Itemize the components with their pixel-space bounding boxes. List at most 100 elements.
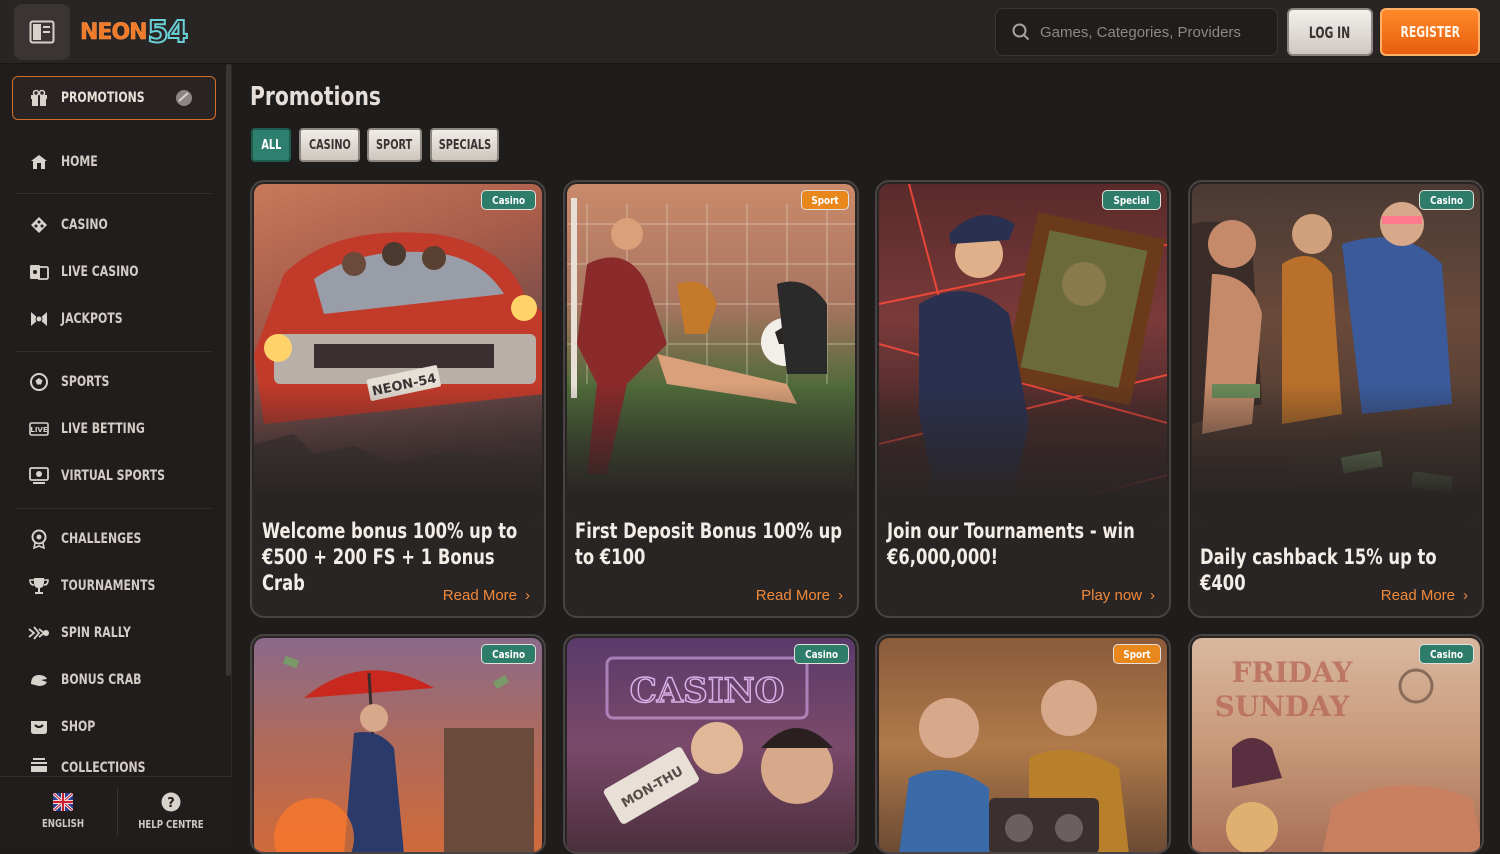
- jackpots-icon: [28, 308, 50, 330]
- sidebar-divider: [16, 193, 212, 194]
- uk-flag-icon: [53, 792, 73, 811]
- logo-number: 54: [147, 14, 190, 51]
- register-button[interactable]: REGISTER: [1380, 8, 1480, 56]
- promo-title: Welcome bonus 100% up to €500 + 200 FS +…: [262, 519, 518, 595]
- filter-label: CASINO: [308, 137, 351, 153]
- coin-icon: [176, 90, 192, 106]
- language-selector[interactable]: ENGLISH: [5, 777, 121, 845]
- filter-casino[interactable]: CASINO: [299, 128, 360, 162]
- category-badge: Casino: [480, 190, 536, 210]
- gift-icon: [31, 89, 47, 106]
- sidebar-item-live-casino[interactable]: LIVE CASINO: [16, 252, 212, 292]
- promo-card[interactable]: Casino Daily cashback 15% up to €400 Rea…: [1188, 180, 1484, 618]
- collections-icon: [28, 754, 50, 776]
- login-label: LOG IN: [1309, 22, 1351, 42]
- promo-card[interactable]: NEON-54 Casino Welcome bonus 100% up to …: [250, 180, 546, 618]
- promo-image-car: NEON-54: [254, 184, 542, 524]
- page-title: Promotions: [250, 82, 381, 112]
- chevron-right-icon: ›: [525, 587, 530, 604]
- sidebar-toggle-button[interactable]: [14, 4, 70, 60]
- sidebar-item-label: BONUS CRAB: [61, 672, 142, 688]
- read-more-link[interactable]: Read More ›: [756, 587, 843, 604]
- chevron-right-icon: ›: [1463, 587, 1468, 604]
- search-icon: [1012, 23, 1030, 41]
- promo-title: First Deposit Bonus 100% up to €100: [575, 519, 842, 569]
- sidebar-item-label: SHOP: [61, 719, 96, 735]
- category-badge: Sport: [1112, 644, 1161, 664]
- sidebar-item-tournaments[interactable]: TOURNAMENTS: [16, 566, 212, 606]
- category-badge: Casino: [793, 644, 849, 664]
- sidebar-item-label: JACKPOTS: [61, 311, 123, 327]
- category-badge: Casino: [480, 644, 536, 664]
- play-now-link[interactable]: Play now ›: [1081, 587, 1155, 604]
- sidebar-item-shop[interactable]: SHOP: [16, 707, 212, 747]
- sidebar-scrollbar[interactable]: [226, 64, 231, 676]
- search-box[interactable]: [995, 8, 1278, 56]
- friday-text: FRIDAY: [1232, 656, 1354, 689]
- read-more-link[interactable]: Read More ›: [443, 587, 530, 604]
- sidebar-item-casino[interactable]: CASINO: [16, 205, 212, 245]
- filter-label: SPECIALS: [438, 137, 491, 153]
- link-label: Play now: [1081, 587, 1142, 604]
- filter-sport[interactable]: SPORT: [367, 128, 422, 162]
- promo-card[interactable]: CASINO MON-THU Casino: [563, 634, 859, 854]
- sidebar-item-virtual-sports[interactable]: VIRTUAL SPORTS: [16, 456, 212, 496]
- chevron-right-icon: ›: [1150, 587, 1155, 604]
- sidebar-item-label: LIVE CASINO: [61, 264, 139, 280]
- read-more-link[interactable]: Read More ›: [1381, 587, 1468, 604]
- link-label: Read More: [755, 587, 830, 604]
- sidebar-item-label: CHALLENGES: [61, 531, 142, 547]
- sidebar-item-spin-rally[interactable]: SPIN RALLY: [16, 613, 212, 653]
- image-gradient: [254, 384, 542, 524]
- logo-text: NEON: [80, 19, 148, 45]
- sidebar-item-promotions[interactable]: PROMOTIONS: [12, 76, 216, 120]
- virtual-sports-icon: [28, 465, 50, 487]
- trophy-icon: [28, 575, 50, 597]
- sidebar-item-collections[interactable]: COLLECTIONS: [16, 754, 212, 776]
- top-bar: NEON 54 LOG IN REGISTER: [0, 0, 1500, 64]
- help-icon: ?: [161, 792, 181, 811]
- promo-image-cashback: [1192, 184, 1480, 524]
- sidebar-item-live-betting[interactable]: LIVE LIVE BETTING: [16, 409, 212, 449]
- category-badge: Sport: [800, 190, 849, 210]
- casino-icon: [28, 214, 50, 236]
- sidebar-item-label: SPIN RALLY: [61, 625, 131, 641]
- svg-text:LIVE: LIVE: [30, 426, 47, 434]
- help-centre-link[interactable]: ? HELP CENTRE: [113, 777, 229, 845]
- promo-card[interactable]: Sport: [875, 634, 1171, 854]
- sidebar-item-label: SPORTS: [61, 374, 110, 390]
- login-button[interactable]: LOG IN: [1287, 8, 1373, 56]
- image-gradient: [1192, 384, 1480, 524]
- filter-all[interactable]: ALL: [251, 128, 291, 162]
- filter-specials[interactable]: SPECIALS: [430, 128, 499, 162]
- promo-card[interactable]: Sport First Deposit Bonus 100% up to €10…: [563, 180, 859, 618]
- promo-card[interactable]: Casino: [250, 634, 546, 854]
- image-gradient: [567, 384, 855, 524]
- sidebar-item-label: LIVE BETTING: [61, 421, 145, 437]
- link-label: Read More: [442, 587, 517, 604]
- sidebar-item-jackpots[interactable]: JACKPOTS: [16, 299, 212, 339]
- promo-image-heist: [879, 184, 1167, 524]
- search-input[interactable]: [1040, 23, 1260, 41]
- sidebar-item-challenges[interactable]: CHALLENGES: [16, 519, 212, 559]
- promo-card[interactable]: FRIDAY SUNDAY Casino: [1188, 634, 1484, 854]
- sidebar: PROMOTIONS HOME CASINO LIVE CASINO JACKP…: [0, 64, 232, 844]
- promo-card[interactable]: Special Join our Tournaments - win €6,00…: [875, 180, 1171, 618]
- sunday-text: SUNDAY: [1215, 690, 1351, 723]
- sidebar-item-label: COLLECTIONS: [61, 760, 146, 776]
- sidebar-item-bonus-crab[interactable]: BONUS CRAB: [16, 660, 212, 700]
- main-content: Promotions ALL CASINO SPORT SPECIALS NEO…: [232, 64, 1500, 854]
- sidebar-item-label: VIRTUAL SPORTS: [61, 468, 166, 484]
- promo-image-casino-ticket: CASINO MON-THU: [567, 638, 855, 852]
- site-logo[interactable]: NEON 54: [80, 12, 190, 52]
- category-badge: Special: [1102, 190, 1161, 210]
- filter-label: SPORT: [376, 137, 413, 153]
- link-label: Read More: [1380, 587, 1455, 604]
- sidebar-footer: ENGLISH ? HELP CENTRE: [0, 776, 232, 844]
- sidebar-item-label: PROMOTIONS: [61, 90, 145, 106]
- live-betting-icon: LIVE: [28, 418, 50, 440]
- sidebar-item-home[interactable]: HOME: [16, 142, 212, 182]
- filter-label: ALL: [261, 137, 281, 153]
- language-label: ENGLISH: [41, 816, 85, 830]
- sidebar-item-sports[interactable]: SPORTS: [16, 362, 212, 402]
